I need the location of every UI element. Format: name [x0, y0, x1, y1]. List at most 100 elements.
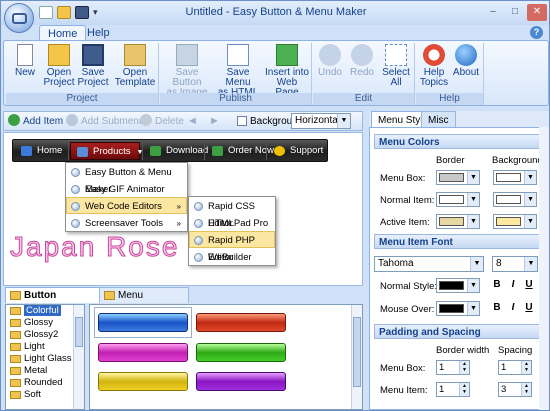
submenu-item-active[interactable]: Rapid PHP Editor — [189, 231, 275, 263]
qat-save-icon[interactable] — [75, 6, 89, 19]
template-button-pink[interactable] — [98, 343, 188, 362]
spin-arrows-icon[interactable]: ▲ ▼ — [521, 383, 531, 396]
qat-open-icon[interactable] — [57, 6, 71, 19]
tab-help[interactable]: Help — [79, 25, 118, 41]
padding-menu-item-label: Menu Item: — [380, 385, 428, 396]
move-arrows[interactable]: ◄ ► — [187, 115, 229, 127]
font-size-select[interactable]: 8 ▼ — [492, 256, 538, 272]
menu-box-background-color[interactable]: ▼ — [493, 170, 537, 185]
menu-box-border-color[interactable]: ▼ — [436, 170, 480, 185]
menu-item-home[interactable]: Home — [15, 142, 62, 160]
select-all-button[interactable]: Select All — [379, 43, 413, 88]
template-button-yellow[interactable] — [98, 372, 188, 391]
qat-dropdown-icon[interactable]: ▾ — [93, 6, 101, 19]
color-swatch — [439, 217, 464, 226]
submenu-item[interactable]: WeBuilder — [189, 248, 275, 265]
normal-item-background-color[interactable]: ▼ — [493, 192, 537, 207]
menu-item-border-width-input[interactable]: 1 ▲ ▼ — [436, 382, 470, 397]
menu-item-spacing-input[interactable]: 3 ▲ ▼ — [498, 382, 532, 397]
mouse-over-italic-toggle[interactable]: I — [506, 301, 520, 315]
redo-button[interactable]: Redo — [347, 43, 377, 78]
tab-menu-templates[interactable]: Menu Templates — [99, 287, 189, 317]
menu-item-font-header: Menu Item Font — [374, 234, 544, 249]
submenu-item[interactable]: Easy Button & Menu Maker — [66, 163, 187, 195]
new-button[interactable]: New — [8, 43, 42, 78]
undo-button[interactable]: Undo — [315, 43, 345, 78]
menu-item-order-now[interactable]: Order Now — [206, 142, 274, 160]
italic-toggle[interactable]: I — [506, 278, 520, 292]
open-template-button[interactable]: Open Template — [114, 43, 156, 88]
orientation-select[interactable]: Horizontal ▼ — [291, 113, 351, 129]
spacing-column-label: Spacing — [498, 345, 533, 356]
submenu-item-label: Web Code Editors — [85, 201, 162, 212]
delete-button[interactable]: Delete — [140, 114, 184, 129]
tree-item-label: Light Glass — [24, 353, 72, 364]
font-family-select[interactable]: Tahoma ▼ — [374, 256, 484, 272]
add-submenu-icon — [66, 114, 78, 126]
font-family-value: Tahoma — [378, 258, 414, 269]
menu-item-products[interactable]: Products ▼ — [70, 142, 143, 160]
save-button-as-image-button[interactable]: Save Button as Image — [162, 43, 212, 98]
spin-arrows-icon[interactable]: ▲ ▼ — [521, 361, 531, 374]
app-menu-button[interactable] — [4, 3, 34, 33]
mouse-over-underline-toggle[interactable]: U — [522, 301, 536, 315]
submenu-item-active[interactable]: Web Code Editors » — [66, 197, 187, 214]
normal-style-color[interactable]: ▼ — [436, 278, 480, 293]
menu-item-support[interactable]: Support ▼ — [268, 142, 336, 160]
menu-box-spacing-input[interactable]: 1 ▲ ▼ — [498, 360, 532, 375]
theme-title: Japan Rose — [9, 231, 180, 263]
tab-misc[interactable]: Misc — [421, 111, 456, 128]
submenu-item[interactable]: HTMLPad Pro — [189, 214, 275, 231]
tab-button-templates[interactable]: Button Templates — [5, 287, 101, 317]
background-checkbox[interactable] — [237, 116, 247, 126]
close-button[interactable]: ✕ — [527, 4, 547, 21]
folder-icon — [10, 331, 21, 339]
menu-box-border-width-input[interactable]: 1 ▲ ▼ — [436, 360, 470, 375]
menu-separator — [266, 143, 267, 160]
open-project-button[interactable]: Open Project — [42, 43, 76, 88]
gallery-scrollbar[interactable] — [351, 305, 362, 409]
support-icon — [274, 146, 285, 156]
menu-item-download[interactable]: Download — [144, 142, 208, 160]
normal-item-border-color[interactable]: ▼ — [436, 192, 480, 207]
tree-scrollbar[interactable] — [73, 305, 84, 409]
submenu-item[interactable]: Easy GIF Animator — [66, 180, 187, 197]
qat-new-icon[interactable] — [39, 6, 53, 19]
color-swatch — [439, 281, 464, 290]
help-topics-button[interactable]: Help Topics — [418, 43, 450, 88]
active-item-border-color[interactable]: ▼ — [436, 214, 480, 229]
maximize-button[interactable]: □ — [505, 4, 525, 21]
color-swatch — [496, 173, 521, 182]
add-item-button[interactable]: Add Item — [8, 114, 63, 129]
save-menu-as-html-button[interactable]: Save Menu as HTML — [214, 43, 262, 98]
open-project-label2: Project — [43, 77, 75, 88]
save-project-button[interactable]: Save Project — [76, 43, 110, 88]
insert-into-web-page-button[interactable]: Insert into Web Page — [264, 43, 310, 98]
active-item-background-color[interactable]: ▼ — [493, 214, 537, 229]
submenu-item[interactable]: Rapid CSS Editor — [189, 197, 275, 229]
group-publish: Save Button as Image Save Menu as HTML I… — [160, 43, 312, 105]
bullet-icon — [71, 185, 80, 194]
mouse-over-bold-toggle[interactable]: B — [490, 301, 504, 315]
underline-toggle[interactable]: U — [522, 278, 536, 292]
scrollbar-thumb[interactable] — [353, 317, 361, 387]
about-button[interactable]: About — [450, 43, 482, 78]
template-button-purple[interactable] — [196, 372, 286, 391]
template-tree: Colorful Glossy Glossy2 Light Light Glas… — [5, 304, 85, 410]
spin-arrows-icon[interactable]: ▲ ▼ — [459, 361, 469, 374]
template-button-green[interactable] — [196, 343, 286, 362]
bold-toggle[interactable]: B — [490, 278, 504, 292]
minimize-button[interactable]: – — [483, 4, 503, 21]
properties-scrollbar[interactable] — [539, 127, 549, 410]
mouse-over-color[interactable]: ▼ — [436, 301, 480, 316]
cart-icon — [212, 146, 223, 156]
add-submenu-button[interactable]: Add Submenu — [66, 114, 144, 129]
scrollbar-thumb[interactable] — [75, 317, 83, 347]
spin-arrows-icon[interactable]: ▲ ▼ — [459, 383, 469, 396]
select-all-label2: All — [390, 77, 402, 88]
template-button-red[interactable] — [196, 313, 286, 332]
template-button-blue[interactable] — [98, 313, 188, 332]
help-topics-icon — [423, 44, 445, 66]
help-question-icon[interactable]: ? — [530, 26, 543, 39]
submenu-item[interactable]: Screensaver Tools » — [66, 214, 187, 231]
